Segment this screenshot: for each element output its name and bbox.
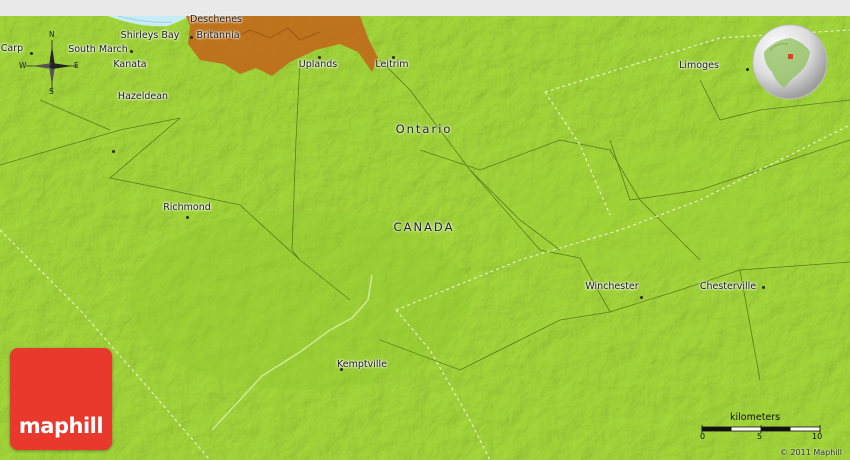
compass-west-label: W [19, 61, 27, 70]
place-kemptville[interactable]: Kemptville [337, 359, 387, 370]
compass-north-label: N [49, 30, 55, 39]
place-dot [190, 36, 193, 39]
locator-globe-icon [750, 22, 830, 102]
top-bar [0, 0, 850, 16]
place-leitrim[interactable]: Leitrim [375, 59, 408, 70]
physical-map[interactable]: N S E W Carp South March Shirleys Bay De… [0, 0, 850, 460]
place-britannia[interactable]: Britannia [196, 30, 239, 41]
place-limoges[interactable]: Limoges [679, 60, 719, 71]
place-dot [640, 296, 643, 299]
place-carp[interactable]: Carp [1, 43, 23, 54]
place-dot [746, 68, 749, 71]
place-dot [30, 52, 33, 55]
place-dot [340, 368, 343, 371]
compass-south-label: S [49, 87, 54, 96]
place-dot [112, 150, 115, 153]
place-dot [130, 50, 133, 53]
compass-east-label: E [74, 61, 79, 70]
region-canada: CANADA [393, 220, 455, 234]
place-deschenes[interactable]: Deschenes [190, 14, 242, 25]
place-hazeldean[interactable]: Hazeldean [118, 91, 168, 102]
place-south-march[interactable]: South March [68, 44, 128, 55]
copyright-text: © 2011 Maphill [779, 448, 842, 457]
scale-tick-10: 10 [812, 432, 823, 441]
scale-bar: kilometers 0 5 10 [698, 412, 828, 448]
place-uplands[interactable]: Uplands [299, 59, 337, 70]
place-dot [392, 56, 395, 59]
region-ontario: Ontario [395, 122, 453, 136]
scale-tick-5: 5 [757, 432, 763, 441]
place-kanata[interactable]: Kanata [113, 59, 146, 70]
place-dot [186, 216, 189, 219]
scale-tick-0: 0 [700, 432, 706, 441]
place-winchester[interactable]: Winchester [585, 281, 638, 292]
place-shirleys-bay[interactable]: Shirleys Bay [121, 30, 180, 41]
place-dot [762, 286, 765, 289]
place-richmond[interactable]: Richmond [163, 202, 211, 213]
maphill-logo-text: maphill [18, 414, 104, 438]
maphill-logo[interactable]: maphill [10, 348, 112, 450]
place-chesterville[interactable]: Chesterville [700, 281, 756, 292]
place-dot [318, 56, 321, 59]
